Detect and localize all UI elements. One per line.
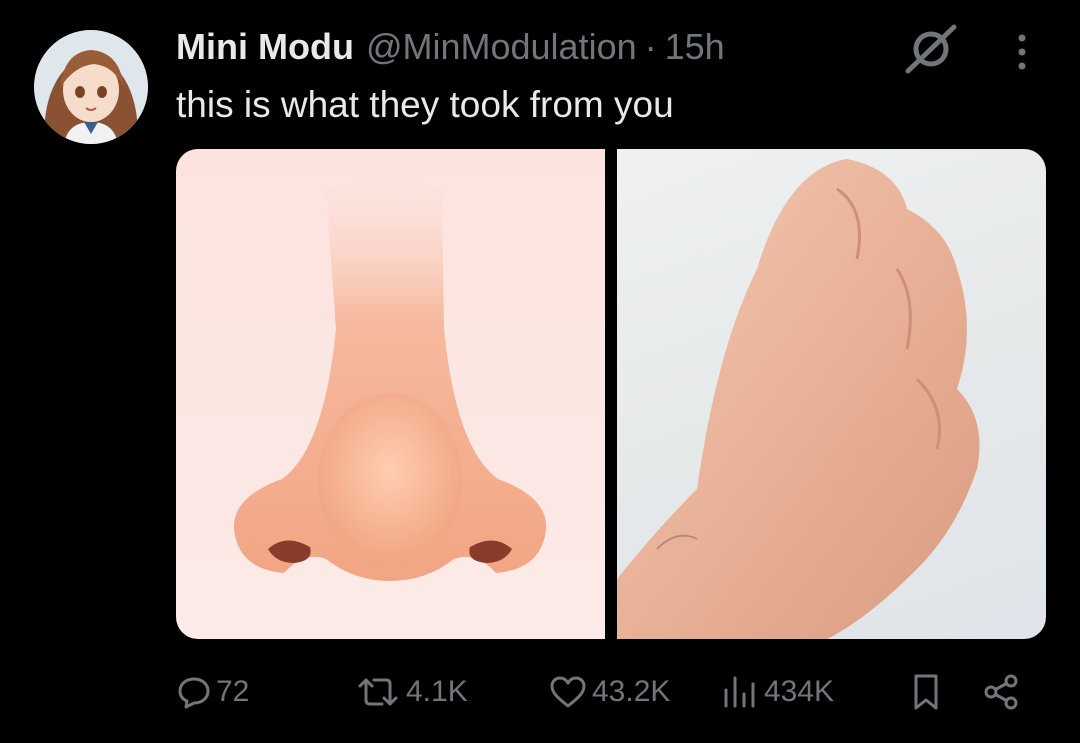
- speech-bubble-icon: [178, 677, 210, 709]
- like-count: 43.2K: [592, 675, 671, 708]
- fist-image[interactable]: [617, 149, 1046, 639]
- heart-icon: [550, 676, 586, 708]
- repost-count: 4.1K: [406, 675, 468, 708]
- reply-count: 72: [216, 675, 250, 708]
- repost-button[interactable]: 4.1K: [354, 664, 468, 720]
- share-icon: [984, 674, 1018, 710]
- post-header: Mini Modu @MinModulation · 15h: [176, 26, 725, 76]
- avatar[interactable]: [34, 30, 148, 144]
- more-vertical-icon[interactable]: [1006, 30, 1038, 74]
- like-button[interactable]: 43.2K: [548, 664, 670, 720]
- post-time[interactable]: 15h: [665, 26, 725, 68]
- reply-button[interactable]: 72: [176, 664, 249, 720]
- grok-icon[interactable]: [902, 24, 960, 74]
- views-button[interactable]: 434K: [720, 664, 834, 720]
- action-bar: 72 4.1K 43.2K 434K: [0, 664, 1080, 720]
- repost-arrows-icon: [358, 678, 398, 706]
- separator-dot: ·: [644, 26, 657, 67]
- display-name[interactable]: Mini Modu: [176, 26, 354, 68]
- view-count: 434K: [764, 675, 835, 708]
- tweet-text: this is what they took from you: [176, 84, 674, 125]
- tweet[interactable]: Mini Modu @MinModulation · 15h this is w…: [0, 0, 1080, 743]
- nose-image[interactable]: [176, 149, 605, 639]
- media-grid[interactable]: [176, 149, 1046, 639]
- share-button[interactable]: [982, 664, 1022, 720]
- bar-chart-icon: [724, 676, 755, 708]
- user-handle[interactable]: @MinModulation: [366, 26, 637, 68]
- bookmark-button[interactable]: [908, 664, 944, 720]
- bookmark-icon: [914, 674, 938, 710]
